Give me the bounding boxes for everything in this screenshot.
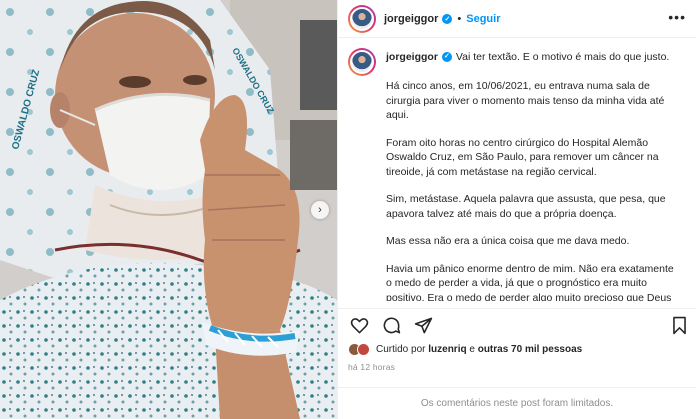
caption-paragraph: Mas essa não era a única coisa que me da… bbox=[386, 235, 630, 247]
caption-intro: Vai ter textão. E o motivo é mais do que… bbox=[455, 50, 670, 63]
caption-row: jorgeiggor ✓ Vai ter textão. E o motivo … bbox=[348, 48, 688, 301]
more-options-icon[interactable]: ••• bbox=[668, 10, 686, 24]
instagram-post-view: OSWALDO CRUZ OSWALDO CRUZ › jorgeiggor ✓… bbox=[0, 0, 696, 419]
likes-summary: Curtido por luzenriq e outras 70 mil pes… bbox=[348, 343, 582, 356]
author-username[interactable]: jorgeiggor bbox=[384, 13, 438, 25]
caption-author-avatar[interactable] bbox=[348, 48, 376, 76]
caption-username[interactable]: jorgeiggor bbox=[386, 50, 438, 65]
comment-button[interactable] bbox=[380, 315, 402, 337]
post-side-panel: jorgeiggor ✓ • Seguir ••• jorgeiggor ✓ V… bbox=[337, 0, 696, 419]
header-separator: • bbox=[457, 12, 462, 25]
caption-paragraph: Sim, metástase. Aquela palavra que assus… bbox=[386, 193, 666, 220]
like-button[interactable] bbox=[348, 315, 370, 337]
caption-text: jorgeiggor ✓ Vai ter textão. E o motivo … bbox=[386, 48, 682, 301]
carousel-next-button[interactable]: › bbox=[311, 201, 329, 219]
likes-text: Curtido por luzenriq e outras 70 mil pes… bbox=[376, 344, 582, 355]
patient-photo-illustration: OSWALDO CRUZ OSWALDO CRUZ bbox=[0, 0, 337, 419]
caption-paragraph: Havia um pânico enorme dentro de mim. Nã… bbox=[386, 262, 674, 302]
verified-badge-icon: ✓ bbox=[442, 13, 453, 24]
verified-badge-icon: ✓ bbox=[441, 52, 452, 62]
heart-icon bbox=[350, 318, 368, 334]
comments-limited-notice: Os comentários neste post foram limitado… bbox=[338, 387, 696, 419]
comment-icon bbox=[383, 317, 400, 334]
caption-paragraph: Há cinco anos, em 10/06/2021, eu entrava… bbox=[386, 80, 665, 121]
save-button[interactable] bbox=[668, 315, 690, 337]
caption-paragraph: Foram oito horas no centro cirúrgico do … bbox=[386, 136, 659, 178]
avatar-image bbox=[350, 50, 374, 74]
share-button[interactable] bbox=[412, 315, 434, 337]
author-avatar[interactable] bbox=[348, 4, 376, 33]
follow-button[interactable]: Seguir bbox=[466, 13, 500, 25]
post-header: jorgeiggor ✓ • Seguir ••• bbox=[338, 0, 696, 38]
avatar-image bbox=[350, 6, 374, 31]
likes-conjunction: e bbox=[466, 344, 478, 355]
post-photo[interactable]: OSWALDO CRUZ OSWALDO CRUZ › bbox=[0, 0, 337, 419]
chevron-right-icon: › bbox=[318, 204, 322, 216]
post-caption: jorgeiggor ✓ Vai ter textão. E o motivo … bbox=[348, 48, 688, 301]
caption-first-line: jorgeiggor ✓ Vai ter textão. E o motivo … bbox=[386, 48, 682, 66]
likes-prefix: Curtido por bbox=[376, 344, 429, 355]
liker-username[interactable]: luzenriq bbox=[428, 344, 466, 355]
post-timestamp[interactable]: há 12 horas bbox=[348, 362, 395, 372]
likes-others-link[interactable]: outras 70 mil pessoas bbox=[478, 344, 583, 355]
bookmark-icon bbox=[672, 316, 686, 335]
post-actions-bar bbox=[338, 308, 696, 342]
liker-avatar bbox=[357, 343, 370, 356]
share-icon bbox=[414, 317, 432, 334]
